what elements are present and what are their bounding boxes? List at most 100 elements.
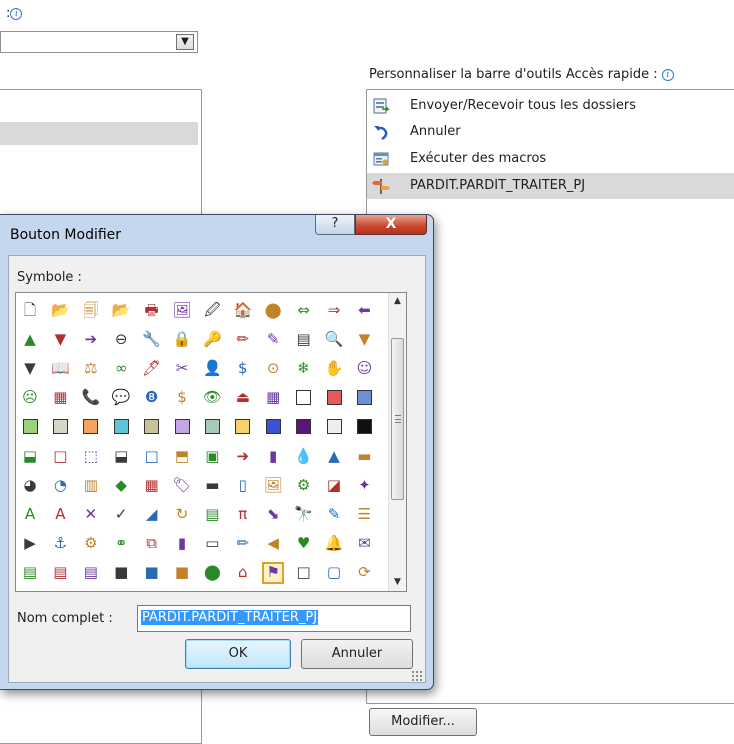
- symbol-cell[interactable]: ✏: [232, 533, 254, 555]
- symbol-cell[interactable]: 👤: [201, 357, 223, 379]
- symbol-cell[interactable]: [19, 416, 41, 438]
- symbol-cell[interactable]: 🖊: [141, 357, 163, 379]
- symbol-cell[interactable]: [323, 387, 345, 409]
- symbol-cell[interactable]: ◪: [323, 474, 345, 496]
- symbol-cell[interactable]: □: [293, 562, 315, 584]
- symbol-cell[interactable]: 📞: [80, 387, 102, 409]
- symbol-cell[interactable]: ◔: [49, 474, 71, 496]
- symbol-cell[interactable]: ✎: [323, 503, 345, 525]
- symbol-cell[interactable]: ⚙: [80, 533, 102, 555]
- symbol-cell[interactable]: 🖼: [171, 299, 193, 321]
- symbol-cell[interactable]: ⬓: [19, 445, 41, 467]
- symbol-cell[interactable]: [353, 387, 375, 409]
- symbol-cell[interactable]: ▦: [49, 387, 71, 409]
- symbol-cell[interactable]: ■: [141, 562, 163, 584]
- symbol-cell[interactable]: ❽: [141, 387, 163, 409]
- selected-list-row[interactable]: [0, 122, 198, 145]
- symbol-cell[interactable]: ⬓: [110, 445, 132, 467]
- symbol-cell[interactable]: ☺: [353, 357, 375, 379]
- symbol-cell[interactable]: ✏: [232, 328, 254, 350]
- symbol-cell[interactable]: ↻: [171, 503, 193, 525]
- symbol-cell[interactable]: ☹: [19, 387, 41, 409]
- symbol-cell[interactable]: 📖: [49, 357, 71, 379]
- symbol-cell[interactable]: □: [49, 445, 71, 467]
- symbol-cell[interactable]: 🗐: [80, 299, 102, 321]
- symbol-cell[interactable]: ⊖: [110, 328, 132, 350]
- symbol-cell[interactable]: [141, 416, 163, 438]
- symbol-cell[interactable]: ☰: [353, 503, 375, 525]
- symbol-cell[interactable]: ∞: [110, 357, 132, 379]
- symbol-cell[interactable]: 🔍: [323, 328, 345, 350]
- symbol-cell[interactable]: 🔔: [323, 533, 345, 555]
- symbol-cell[interactable]: ✕: [80, 503, 102, 525]
- symbol-cell[interactable]: ▬: [201, 474, 223, 496]
- symbol-cell[interactable]: ◕: [19, 474, 41, 496]
- commands-dropdown[interactable]: ▼: [0, 31, 198, 53]
- symbol-cell[interactable]: ➜: [232, 445, 254, 467]
- symbol-grid[interactable]: 🗋 📂 🗐 📂 🖶 🖼 🖉 🏠 ⬤ ⇔ ⇒ ⬅ ▲ ▼ ➔ ⊖ 🔧 🔒 🔑 ✏ ✎ ▤ 🔍 ▼ ▼ 📖 ⚖ ∞ 🖊 ✂ 👤 $ ⊙ ❄ ✋ ☺ ☹ ▦ 📞 💬…: [19, 296, 383, 588]
- symbol-cell[interactable]: ■: [171, 562, 193, 584]
- qat-item-run-macros[interactable]: Exécuter des macros: [367, 146, 734, 172]
- symbol-cell[interactable]: ▲: [19, 328, 41, 350]
- name-input[interactable]: PARDIT.PARDIT_TRAITER_PJ: [137, 605, 411, 632]
- symbol-cell[interactable]: ▭: [201, 533, 223, 555]
- symbol-cell[interactable]: ⇒: [323, 299, 345, 321]
- symbol-picker[interactable]: 🗋 📂 🗐 📂 🖶 🖼 🖉 🏠 ⬤ ⇔ ⇒ ⬅ ▲ ▼ ➔ ⊖ 🔧 🔒 🔑 ✏ ✎ ▤ 🔍 ▼ ▼ 📖 ⚖ ∞ 🖊 ✂ 👤 $ ⊙ ❄ ✋ ☺ ☹ ▦ 📞 💬…: [15, 292, 407, 592]
- symbol-cell[interactable]: ⊙: [262, 357, 284, 379]
- symbol-cell[interactable]: ▯: [232, 474, 254, 496]
- qat-item-pardit-traiter-pj[interactable]: PARDIT.PARDIT_TRAITER_PJ: [367, 173, 734, 199]
- symbol-cell[interactable]: ✎: [262, 328, 284, 350]
- symbol-cell[interactable]: 🔭: [293, 503, 315, 525]
- symbol-cell[interactable]: ⬊: [262, 503, 284, 525]
- symbol-cell[interactable]: 🔑: [201, 328, 223, 350]
- symbol-cell[interactable]: ⬤: [262, 299, 284, 321]
- symbol-cell[interactable]: ▦: [141, 474, 163, 496]
- symbol-cell[interactable]: [232, 416, 254, 438]
- symbol-cell[interactable]: 🔧: [141, 328, 163, 350]
- scroll-thumb[interactable]: [391, 338, 404, 500]
- symbol-cell[interactable]: ➔: [80, 328, 102, 350]
- symbol-cell[interactable]: A: [49, 503, 71, 525]
- symbol-cell[interactable]: 🔒: [171, 328, 193, 350]
- cancel-button[interactable]: Annuler: [301, 639, 413, 669]
- symbol-cell[interactable]: ▬: [353, 445, 375, 467]
- symbol-cell[interactable]: ▢: [323, 562, 345, 584]
- symbol-cell[interactable]: ▼: [353, 328, 375, 350]
- symbol-cell[interactable]: ⬚: [80, 445, 102, 467]
- symbol-cell[interactable]: ▤: [19, 562, 41, 584]
- symbol-cell[interactable]: ⬤: [201, 562, 223, 584]
- modifier-button[interactable]: Modifier...: [369, 708, 477, 736]
- symbol-cell[interactable]: ▦: [262, 387, 284, 409]
- symbol-cell[interactable]: ▤: [201, 503, 223, 525]
- symbol-cell[interactable]: ✓: [110, 503, 132, 525]
- symbol-cell[interactable]: $: [232, 357, 254, 379]
- symbol-cell[interactable]: ⏏: [232, 387, 254, 409]
- resize-grip[interactable]: [411, 670, 423, 682]
- symbol-scrollbar[interactable]: ▲ ▼: [388, 293, 406, 591]
- symbol-cell[interactable]: ⬅: [353, 299, 375, 321]
- symbol-cell[interactable]: [293, 387, 315, 409]
- symbol-cell[interactable]: ▶: [19, 533, 41, 555]
- help-button[interactable]: ?: [315, 215, 355, 235]
- symbol-cell[interactable]: ✦: [353, 474, 375, 496]
- symbol-cell[interactable]: ▤: [80, 562, 102, 584]
- symbol-cell[interactable]: ⧉: [141, 533, 163, 555]
- symbol-cell[interactable]: ⚙: [293, 474, 315, 496]
- symbol-cell[interactable]: ■: [110, 562, 132, 584]
- symbol-cell[interactable]: □: [141, 445, 163, 467]
- symbol-cell[interactable]: 👁: [201, 387, 223, 409]
- symbol-cell[interactable]: 🖼: [262, 474, 284, 496]
- symbol-cell[interactable]: π: [232, 503, 254, 525]
- symbol-cell[interactable]: ◀: [262, 533, 284, 555]
- symbol-cell[interactable]: 🏷: [171, 474, 193, 496]
- symbol-cell[interactable]: ▲: [323, 445, 345, 467]
- symbol-cell[interactable]: ▤: [49, 562, 71, 584]
- symbol-cell[interactable]: ⟳: [353, 562, 375, 584]
- symbol-cell[interactable]: [201, 416, 223, 438]
- symbol-cell[interactable]: ▤: [293, 328, 315, 350]
- symbol-cell[interactable]: 📂: [110, 299, 132, 321]
- symbol-cell[interactable]: 🖶: [141, 299, 163, 321]
- symbol-cell[interactable]: ✉: [353, 533, 375, 555]
- symbol-cell[interactable]: [171, 416, 193, 438]
- symbol-cell[interactable]: 🏠: [232, 299, 254, 321]
